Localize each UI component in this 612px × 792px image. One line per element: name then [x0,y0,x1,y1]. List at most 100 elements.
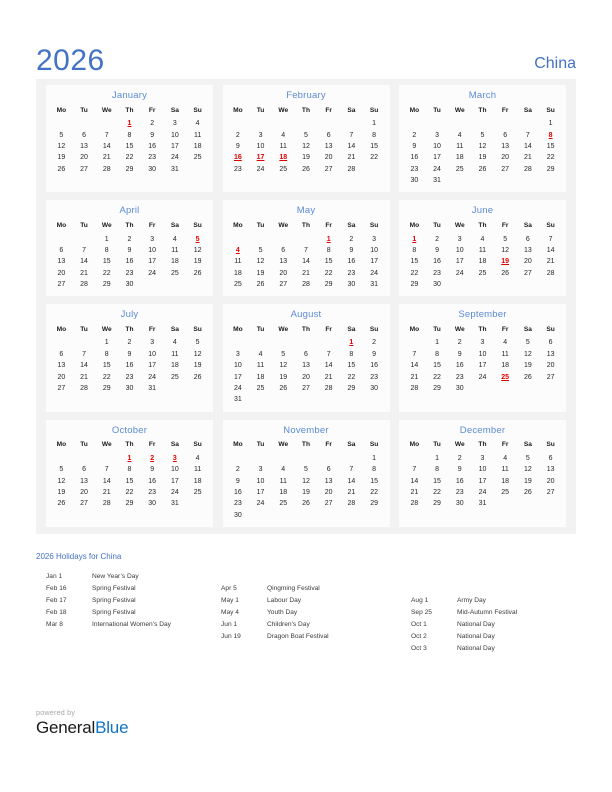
day-cell-empty [95,453,118,464]
weekday-header-we: We [101,325,112,333]
day-cell-empty [50,453,73,464]
day-cell: 16 [433,258,441,266]
day-cell-empty [227,337,250,348]
week-row: 14 15 16 17 18 19 20 [403,475,562,486]
week-row: 12 13 14 15 16 17 18 [50,475,209,486]
weekday-header-mo: Mo [409,441,420,449]
holiday-date: Feb 18 [46,608,67,616]
day-cell: 17 [256,489,265,496]
weekday-header-tu: Tu [256,221,265,229]
day-cell-holiday: 1 [349,339,354,347]
day-cell: 10 [370,246,378,254]
page-title-year: 2026 [36,44,105,77]
month-day-grid: Mo Tu We Th Fr Sa Su 1 2 3 4 5 6 7 8 9 10 11 12 13 14 15 16 17 1… [227,440,386,521]
day-cell-holiday: 19 [501,258,510,266]
day-cell: 12 [523,466,532,474]
day-cell: 29 [125,500,134,508]
day-cell: 1 [435,454,439,462]
day-cell: 13 [302,362,310,370]
day-cell-empty [317,337,340,348]
month-row: January Mo Tu We Th Fr Sa Su 1 2 3 4 5 6 7 8 9 10 11 12 13 14… [36,85,576,193]
day-cell-empty [403,118,426,129]
day-cell: 19 [302,154,310,162]
holiday-name: National Day [457,632,495,640]
day-cell: 10 [148,246,157,254]
day-cell: 26 [57,165,66,173]
weekday-header-fr: Fr [501,325,509,333]
day-cell: 5 [480,131,485,139]
month-day-grid: Mo Tu We Th Fr Sa Su 1 2 3 4 5 6 7 8 9 10 11 12 13 14 15 16 17 1… [227,220,386,290]
weekday-header-tu: Tu [256,441,265,449]
day-cell: 7 [104,466,109,474]
week-row: 23 24 25 26 27 28 29 [403,164,562,175]
day-cell: 12 [193,350,202,358]
day-cell: 6 [82,131,86,139]
day-cell: 23 [125,269,134,277]
day-cell: 3 [235,350,240,358]
week-row: 31 [227,394,386,405]
week-row: 1 2 3 4 5 [50,233,209,244]
day-cell: 3 [480,454,485,462]
day-cell: 11 [478,246,487,254]
weekday-header-row: Mo Tu We Th Fr Sa Su [227,220,386,233]
day-cell: 5 [59,131,64,139]
day-cell-empty [295,118,318,129]
weekday-header-mo: Mo [233,325,243,333]
day-cell: 17 [455,258,464,266]
week-row: 25 26 27 28 29 30 31 [227,279,386,290]
day-cell-empty [249,118,272,129]
day-cell-empty [164,279,187,290]
day-cell: 5 [281,350,286,358]
day-cell-empty [50,118,73,129]
weekday-header-fr: Fr [325,325,332,333]
day-cell: 17 [170,477,179,485]
day-cell: 30 [148,500,157,508]
weekday-header-su: Su [546,325,555,333]
day-cell-holiday: 18 [279,154,288,162]
weekday-header-we: We [278,221,289,229]
day-cell: 24 [233,385,242,393]
day-cell: 15 [125,477,134,485]
day-cell: 25 [455,165,464,173]
holiday-list-item: May 1 Labour Day [221,595,411,607]
day-cell: 4 [172,235,177,243]
day-cell: 10 [148,350,157,358]
month-title: July [120,309,139,321]
holiday-date: Sep 25 [411,608,432,616]
day-cell: 5 [258,246,263,254]
day-cell-empty [317,118,340,129]
day-cell: 28 [347,500,356,508]
day-cell: 1 [104,339,109,347]
day-cell-holiday: 4 [235,246,240,254]
day-cell-holiday: 1 [326,235,331,243]
weekday-header-tu: Tu [433,325,441,333]
day-cell: 21 [523,154,532,162]
day-cell: 17 [478,477,487,485]
day-cell: 15 [546,142,555,150]
weekday-header-su: Su [193,441,202,449]
day-cell: 14 [302,258,310,266]
day-cell: 14 [523,142,532,150]
holiday-date: Mar 8 [46,620,63,628]
weekday-header-row: Mo Tu We Th Fr Sa Su [403,440,562,453]
day-cell: 2 [457,454,462,462]
month-card-april: April Mo Tu We Th Fr Sa Su 1 2 3 4 5 6 7 8 9 10 11 12 13 14 15… [46,200,213,297]
day-cell: 10 [433,142,441,150]
holiday-name: Army Day [457,596,486,604]
day-cell: 13 [57,258,66,266]
day-cell: 31 [370,281,378,289]
day-cell: 26 [523,489,532,496]
day-cell: 18 [501,477,510,485]
day-cell: 1 [372,120,377,128]
day-cell: 1 [104,235,109,243]
day-cell: 29 [433,500,441,508]
holiday-name: Qingming Festival [267,584,320,592]
page-header: 2026 China [0,30,612,76]
week-row: 27 28 29 30 31 [50,383,209,394]
day-cell: 27 [324,500,333,508]
day-cell: 24 [148,269,157,277]
day-cell: 2 [435,235,439,243]
day-cell: 13 [80,477,88,485]
weekday-header-row: Mo Tu We Th Fr Sa Su [50,220,209,233]
day-cell: 14 [546,246,555,254]
